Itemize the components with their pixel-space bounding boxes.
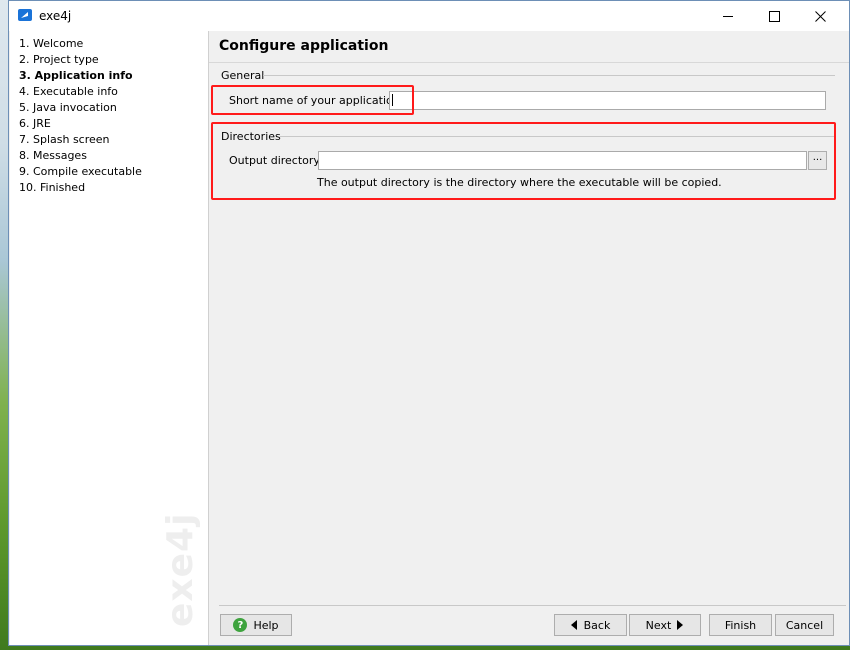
step-java-invocation[interactable]: 5. Java invocation [19, 100, 117, 116]
step-project-type[interactable]: 2. Project type [19, 52, 99, 68]
maximize-button[interactable] [751, 1, 797, 31]
exe4j-app-icon [18, 9, 32, 21]
page-title: Configure application [219, 38, 389, 54]
step-compile-executable[interactable]: 9. Compile executable [19, 164, 142, 180]
close-icon [814, 10, 826, 22]
app-window: exe4j 1. Welcome 2. Project type 3. Appl… [8, 0, 850, 646]
step-executable-info[interactable]: 4. Executable info [19, 84, 118, 100]
general-group-title: General [221, 69, 265, 82]
bottom-separator [219, 605, 846, 606]
minimize-button[interactable] [705, 1, 751, 31]
short-name-input[interactable] [389, 91, 826, 110]
step-welcome[interactable]: 1. Welcome [19, 36, 83, 52]
help-icon: ? [233, 618, 248, 632]
next-button[interactable]: Next [629, 614, 701, 636]
wizard-steps-sidebar: 1. Welcome 2. Project type 3. Applicatio… [10, 31, 209, 645]
back-button[interactable]: Back [554, 614, 627, 636]
step-messages[interactable]: 8. Messages [19, 148, 87, 164]
back-button-label: Back [583, 618, 611, 632]
next-arrow-icon [677, 620, 684, 630]
finish-button[interactable]: Finish [709, 614, 772, 636]
minimize-icon [722, 15, 733, 17]
title-separator [209, 62, 849, 63]
step-application-info[interactable]: 3. Application info [19, 68, 133, 84]
help-button[interactable]: ? Help [220, 614, 292, 636]
maximize-icon [768, 10, 780, 22]
step-jre[interactable]: 6. JRE [19, 116, 51, 132]
window-title: exe4j [39, 9, 72, 23]
step-splash-screen[interactable]: 7. Splash screen [19, 132, 110, 148]
highlight-directories [211, 122, 836, 200]
help-button-label: Help [253, 618, 279, 632]
finish-button-label: Finish [724, 618, 757, 632]
title-bar: exe4j [9, 1, 849, 31]
cancel-button[interactable]: Cancel [775, 614, 834, 636]
highlight-short-name [211, 85, 414, 115]
back-arrow-icon [570, 620, 577, 630]
next-button-label: Next [645, 618, 672, 632]
general-group-line [263, 75, 835, 76]
close-button[interactable] [797, 1, 843, 31]
cancel-button-label: Cancel [785, 618, 824, 632]
exe4j-watermark: exe4j [160, 512, 201, 627]
step-finished[interactable]: 10. Finished [19, 180, 85, 196]
